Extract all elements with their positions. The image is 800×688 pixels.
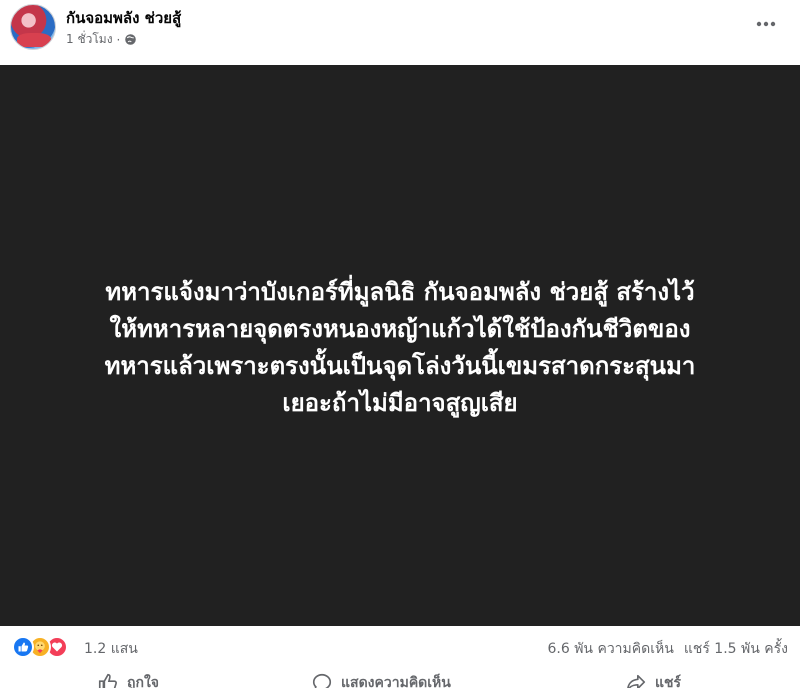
post-meta: 1 ชั่วโมง · <box>66 30 137 49</box>
thumbs-up-icon <box>98 673 117 688</box>
reaction-count[interactable]: 1.2 แสน <box>84 638 138 660</box>
share-button[interactable]: แชร์ <box>625 672 681 688</box>
comment-label: แสดงความคิดเห็น <box>341 675 451 688</box>
like-reaction-icon <box>12 636 34 658</box>
avatar[interactable] <box>10 4 56 50</box>
share-count[interactable]: แชร์ 1.5 พัน ครั้ง <box>684 638 788 660</box>
like-label: ถูกใจ <box>127 675 159 688</box>
image-text: ทหารแจ้งมาว่าบังเกอร์ที่มูลนิธิ กันจอมพล… <box>104 277 696 417</box>
share-label: แชร์ <box>655 675 682 688</box>
engagement-stats: 1.2 แสน 6.6 พัน ความคิดเห็น แชร์ 1.5 พัน… <box>0 626 800 668</box>
comment-share-stats: 6.6 พัน ความคิดเห็น แชร์ 1.5 พัน ครั้ง <box>547 638 788 660</box>
timestamp[interactable]: 1 ชั่วโมง <box>66 30 113 49</box>
post-header: กันจอมพลัง ช่วยสู้ 1 ชั่วโมง · <box>0 0 800 64</box>
reaction-icons[interactable] <box>12 636 68 658</box>
comment-count[interactable]: 6.6 พัน ความคิดเห็น <box>547 638 673 660</box>
globe-icon[interactable] <box>124 33 137 46</box>
more-options-icon[interactable] <box>754 12 778 36</box>
comment-icon <box>312 673 332 688</box>
share-icon <box>627 674 646 688</box>
action-bar: ถูกใจ แสดงความคิดเห็น แชร์ <box>0 664 800 688</box>
page-name[interactable]: กันจอมพลัง ช่วยสู้ <box>66 6 181 30</box>
like-button[interactable]: ถูกใจ <box>97 672 159 688</box>
post-image[interactable]: ทหารแจ้งมาว่าบังเกอร์ที่มูลนิธิ กันจอมพล… <box>0 65 800 626</box>
meta-separator: · <box>116 32 121 47</box>
comment-button[interactable]: แสดงความคิดเห็น <box>311 672 451 688</box>
